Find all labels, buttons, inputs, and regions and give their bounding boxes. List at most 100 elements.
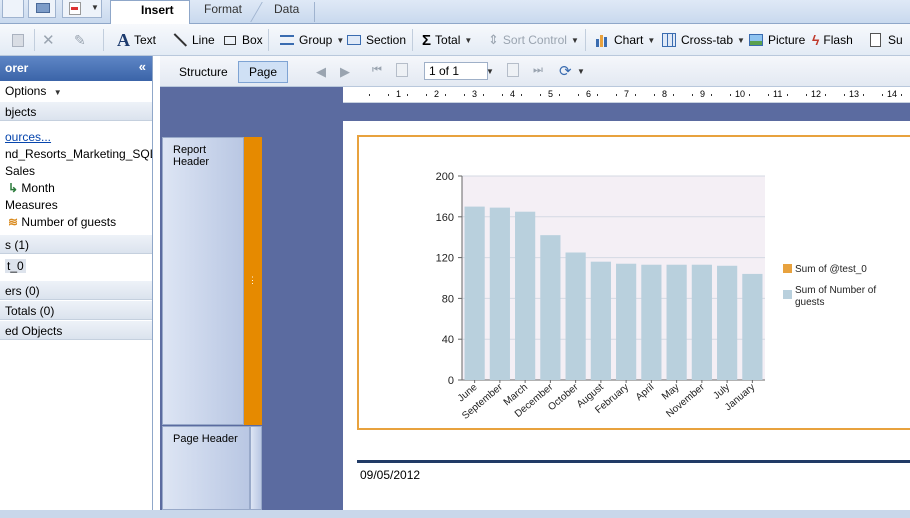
brush-icon: ✎ [74, 31, 86, 48]
ruler-tick [768, 94, 769, 96]
insert-total-label: Total [435, 33, 461, 47]
drag-handle-icon[interactable]: ⋮ [248, 275, 257, 286]
section-icon [346, 32, 362, 48]
subreport-icon [868, 32, 884, 48]
sort-control-label: Sort Control [502, 33, 567, 47]
picture-icon [748, 32, 764, 48]
quick-access-button[interactable] [2, 0, 24, 18]
ruler-tick [654, 94, 655, 96]
ruler-tick [882, 94, 883, 96]
options-menu[interactable]: Options ▼ [0, 81, 152, 101]
insert-section-button[interactable]: Section [346, 24, 406, 56]
sort-icon: ⇕ [488, 32, 499, 47]
bar [691, 264, 712, 380]
bar [590, 261, 611, 380]
insert-total-button[interactable]: Σ Total ▼ [422, 24, 472, 56]
totals-section-header[interactable]: Totals (0) [0, 300, 152, 320]
ruler-tick [806, 94, 807, 96]
collapse-icon[interactable]: « [139, 59, 146, 74]
insert-subreport-button[interactable]: Su [868, 24, 903, 56]
dropdown-caret-icon: ▼ [737, 35, 745, 45]
insert-line-label: Line [192, 33, 215, 47]
used-objects-section-header[interactable]: ed Objects [0, 320, 152, 340]
chart-container[interactable]: 0 40 80 120 160 200 June September March December… [357, 135, 910, 430]
sigma-icon: Σ [422, 31, 432, 49]
crosstab-icon [661, 32, 677, 48]
page-view-label: Page [249, 65, 278, 79]
next-page-icon[interactable] [507, 63, 519, 77]
report-header-section[interactable]: Report Header [162, 137, 244, 425]
paste-button[interactable] [10, 24, 26, 56]
page-view-button[interactable]: Page [238, 61, 289, 83]
page-header-handle[interactable] [250, 426, 262, 510]
tree-item-month[interactable]: ↳ Month [0, 180, 152, 197]
pdf-mark [71, 7, 78, 10]
bar [666, 264, 687, 380]
ruler-tick [578, 94, 579, 96]
close-icon: ✕ [42, 32, 55, 49]
selected-section-marker[interactable]: ⋮ [244, 137, 262, 425]
datasource-item[interactable]: nd_Resorts_Marketing_SQL20( [0, 146, 152, 163]
toolbar-separator [268, 29, 269, 51]
delete-button[interactable]: ✕ [42, 24, 55, 56]
insert-chart-button[interactable]: Chart ▼ [594, 24, 655, 56]
objects-section-header[interactable]: bjects [0, 101, 152, 121]
legend-label: Sum of Number of guests [795, 285, 876, 308]
data-sources-link[interactable]: ources... [0, 129, 152, 146]
dropdown-caret-icon: ▼ [91, 3, 99, 12]
filters-section-header[interactable]: ers (0) [0, 280, 152, 300]
x-tick-label: April [634, 382, 656, 403]
tab-format[interactable]: Format [190, 0, 260, 22]
parameter-item[interactable]: t_0 [0, 254, 152, 280]
back-icon[interactable]: ◀ [316, 64, 326, 80]
insert-box-button[interactable]: Box [222, 24, 263, 56]
page-header-label: Page Header [173, 433, 238, 445]
quick-access-button[interactable]: ▼ [62, 0, 102, 18]
dropdown-caret-icon: ▼ [336, 35, 345, 45]
quick-access-button[interactable] [28, 0, 56, 18]
bar [515, 211, 536, 380]
ruler-number: 14 [887, 89, 898, 99]
filters-header-label: ers (0) [5, 284, 40, 298]
insert-group-button[interactable]: Group ▼ [279, 24, 344, 56]
tab-data[interactable]: Data [260, 0, 316, 22]
tree-item-guests[interactable]: ≋ Number of guests [0, 214, 152, 231]
insert-text-button[interactable]: A Text [117, 24, 156, 56]
ruler-number: 8 [662, 89, 668, 99]
field-explorer-panel: orer « Options ▼ bjects ources... nd_Res… [0, 56, 153, 510]
data-sources-link-label: ources... [5, 130, 52, 144]
insert-subreport-label: Su [888, 33, 903, 47]
insert-crosstab-button[interactable]: Cross-tab ▼ [661, 24, 745, 56]
ruler-tick [388, 94, 389, 96]
ruler-tick [369, 94, 370, 96]
first-page-icon[interactable]: ⏮ [372, 64, 382, 77]
y-tick-label: 40 [442, 334, 454, 346]
bar [616, 263, 637, 380]
ruler-number: 6 [586, 89, 592, 99]
tab-insert[interactable]: Insert [110, 0, 190, 24]
insert-line-button[interactable]: Line [172, 24, 215, 56]
ruler-number: 4 [510, 89, 516, 99]
tree-item-sales[interactable]: Sales [0, 163, 152, 180]
ruler-tick [502, 94, 503, 96]
previous-page-icon[interactable] [396, 63, 408, 77]
ruler-tick [863, 94, 864, 96]
last-page-icon[interactable]: ⏭ [533, 64, 543, 77]
dropdown-caret-icon[interactable]: ▼ [577, 67, 585, 76]
refresh-icon[interactable]: ⟳ [559, 62, 572, 80]
format-painter-button[interactable]: ✎ [74, 24, 86, 56]
parameters-header-label: s (1) [5, 238, 29, 252]
page-header-section[interactable]: Page Header [162, 426, 250, 510]
insert-flash-button[interactable]: ϟ Flash [812, 24, 853, 56]
tree-item-measures[interactable]: Measures [0, 197, 152, 214]
forward-icon[interactable]: ▶ [340, 64, 350, 80]
parameters-section-header[interactable]: s (1) [0, 234, 152, 254]
bar-chart: 04080120160200JuneSeptemberMarchDecember… [436, 171, 877, 422]
structure-view-button[interactable]: Structure [168, 61, 239, 83]
page-number-input[interactable]: 1 of 1 [424, 62, 488, 80]
sort-control-button[interactable]: ⇕ Sort Control ▼ [488, 24, 579, 56]
dropdown-caret-icon[interactable]: ▼ [486, 67, 494, 76]
ruler-tick [635, 94, 636, 96]
ruler-number: 3 [472, 89, 478, 99]
insert-picture-button[interactable]: Picture [748, 24, 805, 56]
